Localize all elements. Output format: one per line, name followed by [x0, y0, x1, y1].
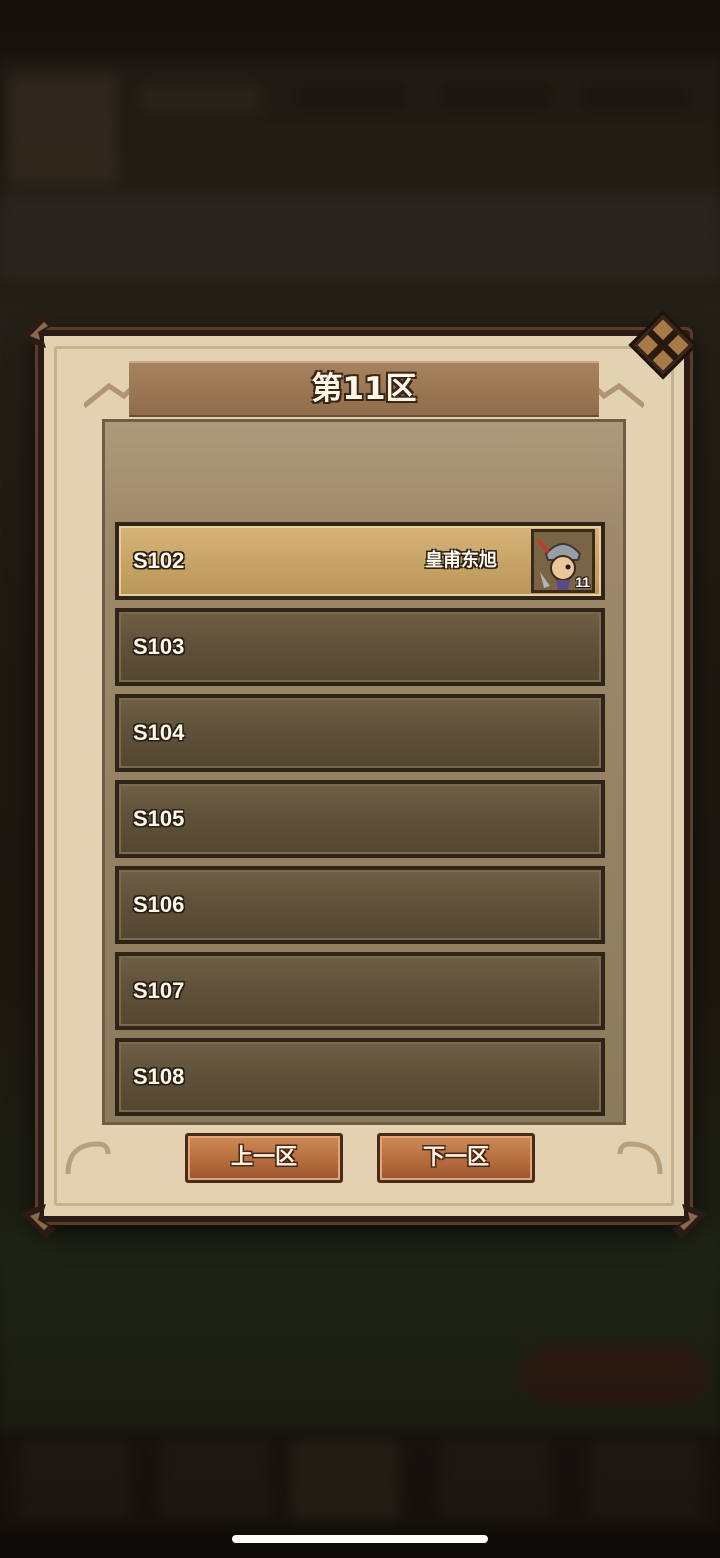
server-row-s107[interactable]: S107 [115, 952, 605, 1030]
title-banner: 第11区 [129, 361, 599, 417]
close-icon[interactable] [628, 310, 698, 380]
swirl-ornament-icon [617, 1141, 663, 1175]
next-zone-button[interactable]: 下一区 [377, 1133, 535, 1183]
server-name: S105 [133, 806, 185, 831]
server-name: S108 [133, 1064, 185, 1089]
dialog-title: 第11区 [311, 371, 417, 407]
server-row-s105[interactable]: S105 [115, 780, 605, 858]
server-name: S103 [133, 634, 185, 659]
corner-ornament-icon [21, 313, 56, 348]
player-level: 11 [575, 574, 590, 590]
server-name: S106 [133, 892, 185, 917]
server-list[interactable]: S102 皇甫东旭 11 S103 S104 S105 S106 S107 S1… [102, 419, 626, 1125]
server-name: S104 [133, 720, 185, 745]
corner-ornament-icon [21, 1204, 56, 1239]
server-row-s104[interactable]: S104 [115, 694, 605, 772]
server-name: S102 [133, 548, 185, 573]
server-row-s103[interactable]: S103 [115, 608, 605, 686]
swirl-ornament-icon [65, 1141, 111, 1175]
server-row-s106[interactable]: S106 [115, 866, 605, 944]
game-screen: 第11区 S102 皇甫东旭 11 S103 S104 S105 S106 S1… [0, 0, 720, 1558]
server-row-s102[interactable]: S102 皇甫东旭 11 [115, 522, 605, 600]
home-indicator[interactable] [232, 1535, 488, 1543]
server-select-dialog: 第11区 S102 皇甫东旭 11 S103 S104 S105 S106 S1… [21, 313, 707, 1239]
prev-zone-button[interactable]: 上一区 [185, 1133, 343, 1183]
player-name: 皇甫东旭 [425, 550, 497, 571]
player-avatar: 11 [531, 529, 595, 593]
prev-zone-label: 上一区 [230, 1145, 297, 1170]
server-row-s108[interactable]: S108 [115, 1038, 605, 1116]
corner-ornament-icon [672, 1204, 707, 1239]
server-name: S107 [133, 978, 185, 1003]
next-zone-label: 下一区 [422, 1145, 489, 1170]
